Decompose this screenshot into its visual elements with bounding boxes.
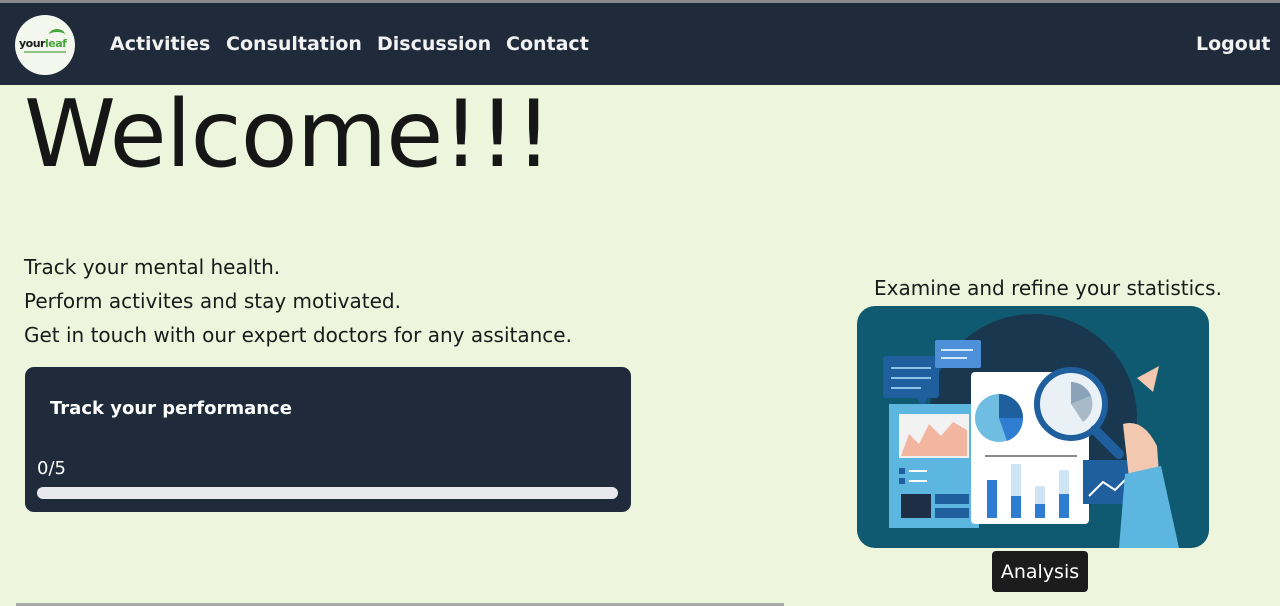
performance-card-title: Track your performance [50, 398, 292, 419]
sleeve-shape [1119, 466, 1179, 548]
nav-link-contact[interactable]: Contact [506, 33, 589, 55]
analysis-illustration[interactable] [857, 306, 1209, 548]
report-bar-2-fill [1011, 496, 1021, 518]
legend-dot-2 [899, 478, 905, 484]
report-bar-1 [987, 480, 997, 518]
logo-text-main: your [19, 37, 45, 50]
navbar: yourleaf Activities Consultation Discuss… [0, 3, 1280, 85]
yourleaf-logo[interactable]: yourleaf [15, 15, 75, 75]
phone-block-blue-2 [935, 508, 969, 518]
intro-line-activities: Perform activites and stay motivated. [24, 289, 401, 313]
welcome-heading: Welcome!!! [24, 80, 552, 188]
nav-link-consultation[interactable]: Consultation [226, 33, 362, 55]
stats-caption: Examine and refine your statistics. [874, 276, 1222, 300]
analysis-tooltip: Analysis [992, 551, 1088, 592]
legend-dot-1 [899, 468, 905, 474]
message-card-icon [935, 340, 981, 368]
logo-wordmark: yourleaf [19, 37, 67, 50]
intro-line-track: Track your mental health. [24, 255, 281, 279]
logo-tagline-mark [24, 51, 66, 53]
performance-count: 0/5 [37, 458, 66, 479]
phone-block-blue-1 [935, 494, 969, 504]
performance-card: Track your performance 0/5 [25, 367, 631, 512]
phone-block-dark [901, 494, 931, 518]
intro-text: Track your mental health. Perform activi… [24, 250, 572, 352]
performance-progress-bar [37, 487, 618, 499]
nav-link-discussion[interactable]: Discussion [377, 33, 491, 55]
nav-link-activities[interactable]: Activities [110, 33, 210, 55]
analysis-illustration-svg [883, 314, 1179, 548]
report-bar-3-fill [1035, 504, 1045, 518]
report-bar-4-fill [1059, 494, 1069, 518]
logout-button[interactable]: Logout [1196, 33, 1270, 55]
intro-line-doctors: Get in touch with our expert doctors for… [24, 323, 572, 347]
paper-plane-icon [1137, 366, 1159, 392]
logo-text-accent: leaf [44, 37, 67, 50]
